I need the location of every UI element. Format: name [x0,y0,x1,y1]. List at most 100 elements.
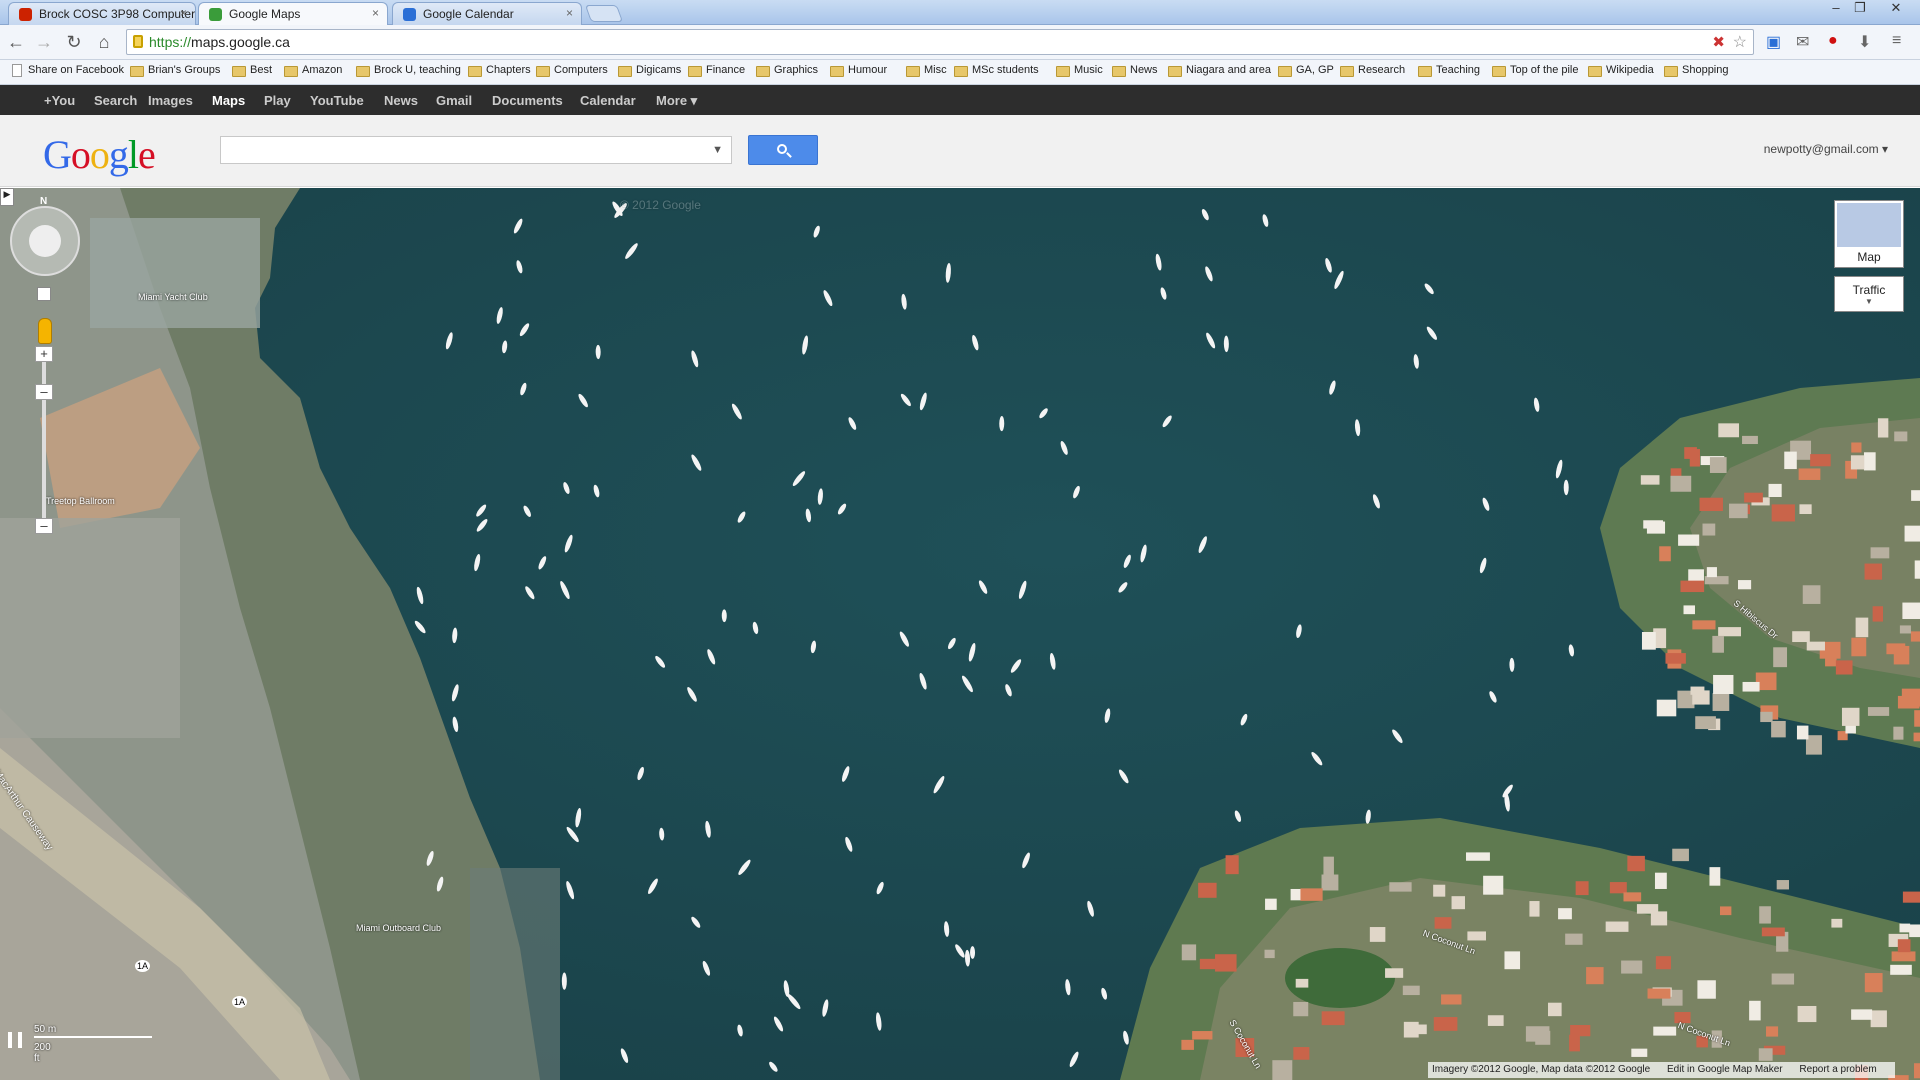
house-roof [1761,927,1785,937]
bookmark-17[interactable]: Research [1338,64,1405,77]
bookmark-7[interactable]: Digicams [616,64,681,77]
house-roof [1894,431,1908,442]
dropdown-arrow-icon[interactable]: ▼ [712,144,723,156]
traffic-button[interactable]: Traffic ▼ [1834,276,1904,312]
forward-icon[interactable]: → [32,31,56,53]
zoom-out-button[interactable]: – [35,518,53,534]
house-roof [1321,874,1339,891]
zoom-slider[interactable] [42,346,46,526]
logo-letter: g [108,132,129,177]
bookmark-4[interactable]: Brock U, teaching [354,64,461,77]
map-attribution: Imagery ©2012 Google, Map data ©2012 Goo… [1428,1062,1895,1078]
bookmark-9[interactable]: Graphics [754,64,818,77]
bookmark-14[interactable]: News [1110,64,1158,77]
satellite-map[interactable]: Miami Yacht Club Treetop Ballroom Miami … [0,188,1920,1080]
address-bar[interactable]: https://maps.google.ca ✖ ☆ [126,29,1754,55]
gbar-item-7[interactable]: Gmail [436,93,472,108]
zoom-handle[interactable]: – [35,384,53,400]
gbar-item-0[interactable]: +You [44,93,75,108]
tab-label: Google Maps [229,7,301,21]
edit-map-maker-link[interactable]: Edit in Google Map Maker [1667,1064,1783,1075]
house-roof [1709,457,1727,473]
rotate-icon[interactable] [37,287,51,301]
gbar-item-10[interactable]: More ▾ [656,93,697,109]
zoom-in-button[interactable]: + [35,346,53,362]
search-input[interactable]: ▼ [220,136,732,164]
house-roof [1225,855,1239,875]
gbar-item-8[interactable]: Documents [492,93,563,108]
restore-icon[interactable]: ❐ [1848,0,1872,18]
label-miami-yacht-club[interactable]: Miami Yacht Club [138,292,208,302]
google-logo[interactable]: Google [43,131,156,178]
pan-arrows-icon[interactable] [29,225,61,257]
label-miami-outboard-club[interactable]: Miami Outboard Club [356,923,441,933]
gbar-item-6[interactable]: News [384,93,418,108]
bookmark-19[interactable]: Top of the pile [1490,64,1579,77]
menu-icon[interactable]: ≡ [1892,32,1901,50]
blocked-popup-icon[interactable]: ✖ [1712,33,1725,51]
gbar-item-4[interactable]: Play [264,93,291,108]
bookmark-18[interactable]: Teaching [1416,64,1480,77]
bookmarks-bar: Share on Facebook Brian's Groups Best Amazo… [0,60,1920,85]
house-roof [1466,852,1490,861]
house-roof [1742,435,1758,445]
bookmark-11[interactable]: Misc [904,64,947,77]
star-icon[interactable]: ☆ [1733,32,1747,52]
download-icon[interactable]: ⬇ [1858,32,1871,52]
bookmark-2[interactable]: Best [230,64,272,77]
pan-control[interactable] [10,206,80,276]
back-icon[interactable]: ← [4,31,28,53]
gbar-item-2[interactable]: Images [148,93,193,108]
close-icon[interactable]: × [566,6,573,20]
gbar-item-1[interactable]: Search [94,93,137,108]
close-icon[interactable]: × [180,6,187,20]
search-button[interactable] [748,135,818,165]
pause-icon[interactable] [8,1032,22,1048]
bookmark-10[interactable]: Humour [828,64,887,77]
chevron-down-icon: ▼ [1865,297,1873,306]
bookmark-16[interactable]: GA, GP [1276,64,1334,77]
opera-icon[interactable]: ● [1828,32,1838,50]
bookmark-1[interactable]: Brian's Groups [128,64,220,77]
reload-icon[interactable]: ↻ [62,31,86,53]
mail-icon[interactable]: ✉ [1796,32,1809,52]
bookmark-20[interactable]: Wikipedia [1586,64,1654,77]
label-treetop-ballroom[interactable]: Treetop Ballroom [46,496,115,506]
gbar-item-9[interactable]: Calendar [580,93,636,108]
bookmark-13[interactable]: Music [1054,64,1103,77]
bookmark-5[interactable]: Chapters [466,64,531,77]
house-roof [1656,699,1677,717]
minimize-icon[interactable]: – [1824,0,1848,18]
report-problem-link[interactable]: Report a problem [1799,1064,1876,1075]
gbar-item-5[interactable]: YouTube [310,93,364,108]
bookmark-15[interactable]: Niagara and area [1166,64,1271,77]
folder-icon [536,66,550,77]
house-roof [1911,490,1920,501]
window-close-icon[interactable]: ✕ [1884,0,1908,18]
close-icon[interactable]: × [372,6,379,20]
house-roof [1893,726,1904,740]
tab-google-calendar[interactable]: Google Calendar × [392,2,582,25]
house-roof [1403,1021,1419,1038]
bookmark-label: Finance [706,64,746,76]
extension-icon[interactable]: ▣ [1766,32,1781,52]
house-roof [1877,418,1889,438]
pegman-icon[interactable] [38,318,52,344]
bookmark-0[interactable]: Share on Facebook [8,64,124,77]
new-tab-button[interactable] [584,5,624,22]
house-roof [1692,690,1710,705]
bookmark-3[interactable]: Amazon [282,64,342,77]
account-menu[interactable]: newpotty@gmail.com ▾ [1764,142,1888,156]
bookmark-6[interactable]: Computers [534,64,608,77]
tab-brock-cosc[interactable]: Brock COSC 3P98 Computer × [8,2,196,25]
home-icon[interactable]: ⌂ [92,31,116,53]
tab-google-maps[interactable]: Google Maps × [198,2,388,26]
map-type-button[interactable]: Map [1834,200,1904,268]
panel-toggle-icon[interactable]: ▶ [0,188,14,206]
house-roof [1902,602,1920,620]
logo-letter: l [127,132,139,177]
bookmark-12[interactable]: MSc students [952,64,1039,77]
gbar-item-3[interactable]: Maps [212,93,245,108]
bookmark-21[interactable]: Shopping [1662,64,1729,77]
bookmark-8[interactable]: Finance [686,64,746,77]
